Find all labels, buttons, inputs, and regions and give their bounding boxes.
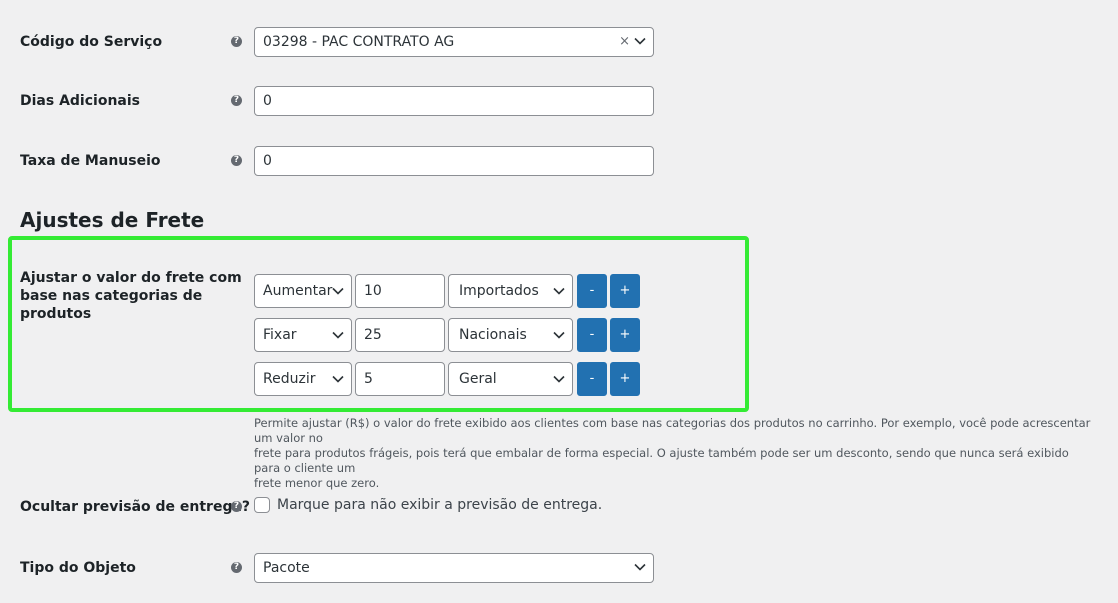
ajuste-action-value: Reduzir — [263, 371, 316, 387]
ajuste-label-line: Ajustar o valor do frete com — [20, 270, 242, 286]
ajuste-category-value: Importados — [459, 283, 539, 299]
dias-adicionais-label: Dias Adicionais — [20, 93, 140, 109]
ajuste-value-input[interactable]: 25 — [355, 318, 445, 352]
ajuste-label: Ajustar o valor do frete com base nas ca… — [20, 269, 242, 323]
taxa-manuseio-label: Taxa de Manuseio — [20, 153, 161, 169]
ajuste-label-line: produtos — [20, 306, 92, 322]
ajuste-action-select[interactable]: Aumentar — [254, 274, 352, 308]
codigo-servico-select[interactable]: 03298 - PAC CONTRATO AG × — [254, 27, 654, 57]
ocultar-previsao-checkbox[interactable] — [254, 497, 270, 513]
description-line: frete menor que zero. — [254, 476, 380, 490]
help-icon[interactable]: ? — [231, 562, 242, 573]
ajuste-category-select[interactable]: Nacionais — [448, 318, 573, 352]
ajuste-action-value: Aumentar — [263, 283, 333, 299]
description-line: frete para produtos frágeis, pois terá q… — [254, 446, 1069, 475]
remove-row-button[interactable]: - — [577, 318, 607, 352]
ajuste-action-select[interactable]: Reduzir — [254, 362, 352, 396]
chevron-down-icon — [553, 375, 565, 383]
add-row-button[interactable]: + — [610, 362, 640, 396]
ajuste-action-select[interactable]: Fixar — [254, 318, 352, 352]
tipo-objeto-value: Pacote — [263, 560, 310, 576]
remove-row-button[interactable]: - — [577, 362, 607, 396]
chevron-down-icon — [332, 375, 344, 383]
ajuste-value-input[interactable]: 10 — [355, 274, 445, 308]
ocultar-previsao-label: Ocultar previsão de entrega? — [20, 499, 251, 515]
ajuste-category-value: Nacionais — [459, 327, 527, 343]
help-icon[interactable]: ? — [231, 95, 242, 106]
ajuste-category-value: Geral — [459, 371, 497, 387]
help-icon[interactable]: ? — [231, 155, 242, 166]
ajuste-action-value: Fixar — [263, 327, 297, 343]
tipo-objeto-select[interactable]: Pacote — [254, 553, 654, 583]
help-icon[interactable]: ? — [231, 36, 242, 47]
ajuste-description: Permite ajustar (R$) o valor do frete ex… — [254, 416, 1094, 491]
description-line: Permite ajustar (R$) o valor do frete ex… — [254, 416, 1091, 445]
remove-row-button[interactable]: - — [577, 274, 607, 308]
add-row-button[interactable]: + — [610, 318, 640, 352]
chevron-down-icon — [553, 331, 565, 339]
tipo-objeto-label: Tipo do Objeto — [20, 560, 136, 576]
add-row-button[interactable]: + — [610, 274, 640, 308]
clear-selection-icon[interactable]: × — [619, 28, 630, 56]
chevron-down-icon — [332, 331, 344, 339]
codigo-servico-value: 03298 - PAC CONTRATO AG — [263, 34, 455, 50]
chevron-down-icon — [332, 287, 344, 295]
section-title: Ajustes de Frete — [20, 208, 205, 232]
taxa-manuseio-input[interactable]: 0 — [254, 146, 654, 176]
chevron-down-icon — [634, 563, 646, 571]
ajuste-category-select[interactable]: Importados — [448, 274, 573, 308]
codigo-servico-label: Código do Serviço — [20, 34, 163, 50]
ajuste-label-line: base nas categorias de — [20, 288, 203, 304]
help-icon[interactable]: ? — [231, 501, 242, 512]
ajuste-category-select[interactable]: Geral — [448, 362, 573, 396]
ocultar-previsao-checkbox-label[interactable]: Marque para não exibir a previsão de ent… — [277, 497, 602, 513]
ajuste-value-input[interactable]: 5 — [355, 362, 445, 396]
chevron-down-icon — [553, 287, 565, 295]
chevron-down-icon — [634, 37, 646, 45]
dias-adicionais-input[interactable]: 0 — [254, 86, 654, 116]
